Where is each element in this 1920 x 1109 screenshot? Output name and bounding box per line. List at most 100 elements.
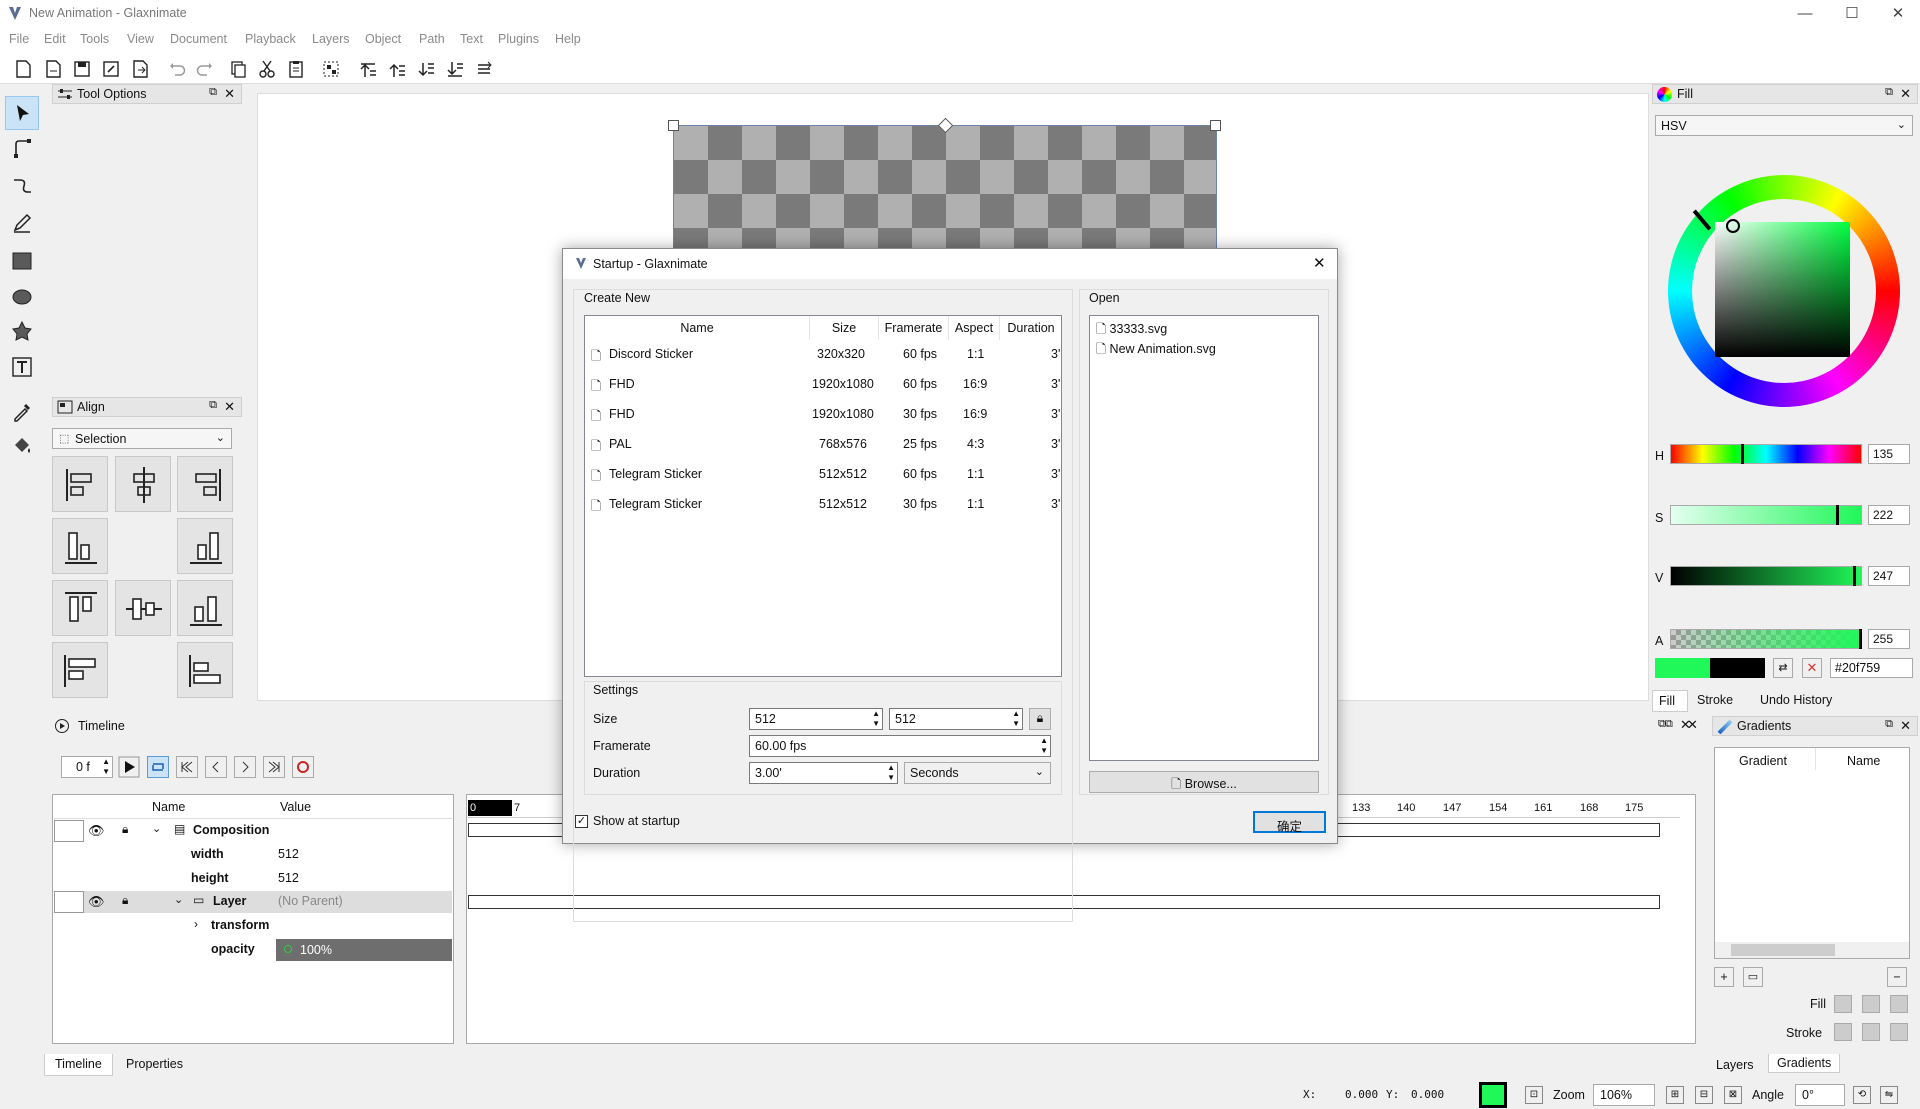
width-value[interactable]: 512 — [278, 847, 299, 861]
framerate-header[interactable]: Framerate — [879, 316, 949, 340]
draw-freehand-icon[interactable] — [5, 206, 39, 240]
lock-icon[interactable]: 🔒︎ — [122, 822, 128, 837]
table-row[interactable]: 🗋 FHD 1920x1080 30 fps 16:9 3' — [585, 400, 1061, 430]
composition-canvas[interactable] — [673, 125, 1217, 255]
stroke-linear-icon[interactable] — [1862, 1023, 1880, 1041]
tree-row-layer[interactable]: Layer — [213, 894, 246, 908]
cycle-icon[interactable] — [473, 58, 495, 80]
saturation-value-square[interactable] — [1715, 222, 1850, 357]
secondary-color-swatch[interactable] — [1710, 658, 1765, 678]
hue-slider[interactable] — [1670, 444, 1862, 464]
framerate-input[interactable]: 60.00 fps ▲ ▼ — [749, 735, 1051, 757]
chevron-right-icon[interactable]: › — [194, 917, 198, 931]
frame-spinbox[interactable]: 0 f ▲ ▼ — [61, 756, 113, 778]
close-icon[interactable]: ✕ — [1900, 86, 1911, 102]
show-at-startup-checkbox[interactable]: ✓ — [575, 815, 588, 828]
reset-rotation-icon[interactable]: ⟲ — [1853, 1086, 1871, 1104]
size-header[interactable]: Size — [810, 316, 879, 340]
menu-help[interactable]: Help — [555, 32, 581, 46]
chevron-down-icon[interactable]: ⌄ — [174, 893, 183, 906]
menu-tools[interactable]: Tools — [80, 32, 109, 46]
lower-bottom-icon[interactable] — [444, 58, 466, 80]
color-swatch[interactable] — [54, 891, 84, 913]
height-value[interactable]: 512 — [278, 871, 299, 885]
raise-icon[interactable] — [386, 58, 408, 80]
tab-fill[interactable]: Fill — [1652, 690, 1688, 712]
browse-button[interactable]: 🗋 Browse... — [1089, 771, 1319, 793]
align-right-button[interactable] — [177, 456, 233, 512]
menu-file[interactable]: File — [9, 32, 29, 46]
table-row[interactable]: 🗋 PAL 768x576 25 fps 4:3 3' — [585, 430, 1061, 460]
float-icon[interactable]: ⧉ — [209, 86, 217, 99]
horizontal-scrollbar[interactable] — [1715, 942, 1909, 958]
no-color-icon[interactable]: ✕ — [1802, 658, 1822, 678]
duration-input[interactable]: 3.00' ▲ ▼ — [749, 762, 898, 784]
undo-icon[interactable] — [166, 58, 188, 80]
last-frame-button[interactable] — [263, 756, 285, 778]
maximize-button[interactable]: ☐ — [1842, 4, 1862, 24]
star-tool-icon[interactable] — [5, 314, 39, 348]
edit-nodes-tool-icon[interactable] — [5, 131, 39, 165]
close-icon[interactable]: ✕ — [224, 399, 235, 415]
tree-row-transform[interactable]: transform — [211, 918, 269, 932]
text-tool-icon[interactable] — [5, 350, 39, 384]
width-input[interactable]: 512 ▲ ▼ — [749, 708, 883, 730]
align-relative-select[interactable]: ⬚ Selection ⌄ — [52, 428, 232, 449]
hex-input[interactable]: #20f759 — [1830, 658, 1913, 678]
saturation-spinbox[interactable]: 222 — [1868, 505, 1910, 525]
gradients-list[interactable]: Gradient Name — [1714, 747, 1910, 959]
ok-button[interactable]: 确定 — [1253, 811, 1326, 834]
color-swatch[interactable] — [54, 820, 84, 842]
align-bottom-button[interactable] — [177, 580, 233, 636]
zoom-100-icon[interactable]: ⊞ — [1666, 1086, 1684, 1104]
align-vcenter-button[interactable] — [115, 580, 171, 636]
first-frame-button[interactable] — [176, 756, 198, 778]
table-row[interactable]: 🗋 Discord Sticker 320x320 60 fps 1:1 3' — [585, 340, 1061, 370]
tree-row-opacity[interactable]: opacity — [211, 942, 255, 956]
resize-handle[interactable] — [668, 120, 679, 131]
alpha-spinbox[interactable]: 255 — [1868, 629, 1910, 649]
menu-layers[interactable]: Layers — [312, 32, 350, 46]
dialog-close-button[interactable]: ✕ — [1313, 254, 1326, 272]
new-icon[interactable] — [12, 58, 34, 80]
tree-row-width[interactable]: width — [191, 847, 224, 861]
menu-object[interactable]: Object — [365, 32, 401, 46]
close-icon[interactable]: ✕ — [1900, 718, 1911, 734]
distribute-top-button[interactable] — [52, 642, 108, 698]
zoom-selection-icon[interactable]: ⊟ — [1695, 1086, 1713, 1104]
duration-header[interactable]: Duration — [1000, 316, 1062, 340]
current-color-swatch[interactable] — [1655, 658, 1710, 678]
eye-icon[interactable]: 👁 — [88, 894, 105, 910]
cut-icon[interactable] — [256, 58, 278, 80]
name-header[interactable]: Name — [585, 316, 810, 340]
keyframe-icon[interactable] — [284, 945, 292, 953]
close-icon[interactable]: ✕ — [224, 86, 235, 102]
presets-table[interactable]: Name Size Framerate Aspect Duration 🗋 Dis… — [584, 315, 1062, 677]
remove-gradient-icon[interactable]: − — [1887, 967, 1907, 987]
value-slider[interactable] — [1670, 566, 1862, 586]
fill-tool-icon[interactable] — [5, 428, 39, 462]
alpha-slider[interactable] — [1670, 629, 1862, 649]
tree-row-height[interactable]: height — [191, 871, 229, 885]
ellipse-tool-icon[interactable] — [5, 280, 39, 314]
recent-files-list[interactable]: 🗋 33333.svg 🗋 New Animation.svg — [1089, 315, 1319, 761]
table-row[interactable]: 🗋 FHD 1920x1080 60 fps 16:9 3' — [585, 370, 1061, 400]
tab-layers[interactable]: Layers — [1708, 1056, 1762, 1074]
bezier-tool-icon[interactable] — [5, 169, 39, 203]
lower-icon[interactable] — [415, 58, 437, 80]
rectangle-tool-icon[interactable] — [5, 244, 39, 278]
copy-icon[interactable] — [227, 58, 249, 80]
tab-undo-history[interactable]: Undo History — [1760, 693, 1832, 707]
distribute-left-button[interactable] — [52, 518, 108, 574]
saturation-slider[interactable] — [1670, 505, 1862, 525]
float-icon[interactable]: ⧉ — [1885, 86, 1893, 99]
redo-icon[interactable] — [194, 58, 216, 80]
prev-frame-button[interactable] — [205, 756, 227, 778]
stroke-flat-icon[interactable] — [1834, 1023, 1852, 1041]
table-row[interactable]: 🗋 Telegram Sticker 512x512 60 fps 1:1 3' — [585, 460, 1061, 490]
fill-radial-icon[interactable] — [1890, 995, 1908, 1013]
distribute-right-button[interactable] — [177, 518, 233, 574]
minimize-button[interactable]: — — [1795, 4, 1815, 24]
distribute-bottom-button[interactable] — [177, 642, 233, 698]
menu-text[interactable]: Text — [460, 32, 483, 46]
